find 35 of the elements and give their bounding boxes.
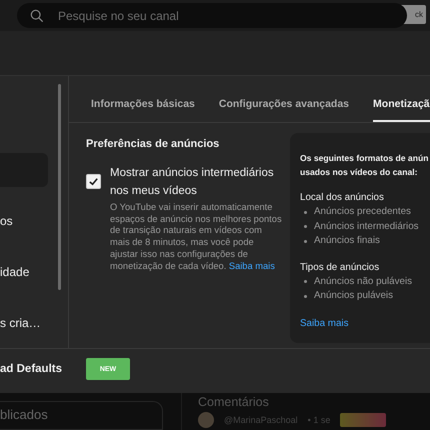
- avatar[interactable]: [198, 412, 214, 428]
- panel-subtitle: Tipos de anúncios: [300, 260, 380, 274]
- panel-intro: usados nos vídeos do canal:: [300, 166, 418, 179]
- check-icon: [88, 176, 99, 187]
- sidebar-item[interactable]: s cria…: [0, 306, 48, 340]
- sidebar-item[interactable]: idade: [0, 255, 48, 289]
- setting-label: ad Defaults: [0, 363, 63, 375]
- checkbox[interactable]: [86, 174, 101, 189]
- bullet-icon: [304, 225, 307, 228]
- learn-more-link[interactable]: Saiba mais: [228, 260, 275, 271]
- list-item: Anúncios puláveis: [314, 289, 393, 303]
- comments-heading: Comentários: [198, 395, 270, 409]
- search-bar[interactable]: Pesquise no seu canal: [17, 3, 407, 28]
- list-item: Anúncios intermediários: [314, 220, 419, 234]
- card-heading: blicados: [0, 407, 48, 422]
- list-item: Anúncios finais: [314, 234, 380, 248]
- tab[interactable]: Configurações avançadas: [218, 76, 350, 122]
- panel-subtitle: Local dos anúncios: [300, 191, 385, 205]
- list-item: Anúncios não puláveis: [314, 274, 412, 288]
- bullet-icon: [304, 240, 307, 243]
- bullet-icon: [304, 294, 307, 298]
- bullet-icon: [304, 280, 307, 284]
- learn-more-link[interactable]: Saiba mais: [300, 318, 348, 328]
- search-field[interactable]: Pesquise no seu canal: [56, 8, 360, 24]
- sidebar-item[interactable]: os: [0, 204, 48, 238]
- video-thumbnail[interactable]: [340, 413, 386, 427]
- search-icon: [30, 8, 44, 22]
- panel-intro: Os seguintes formatos de anún: [300, 152, 430, 165]
- tab[interactable]: Informações básicas: [91, 76, 195, 122]
- description-text: O YouTube vai inserir automaticamente espaços de anúncio nos melhores pontos de transição naturais em vídeos com mais de 8 minutos, mas você pode ajustar isso nas configurações de monetização de cada vídeo. Saiba mais: [110, 202, 282, 272]
- list-item: Anúncios precedentes: [314, 205, 411, 219]
- checkbox-label: Mostrar anúncios intermediários nos meus vídeos: [110, 166, 275, 199]
- section-title: Preferências de anúncios: [86, 138, 220, 150]
- tab[interactable]: Monetizaçã: [373, 76, 430, 122]
- bullet-icon: [304, 210, 307, 214]
